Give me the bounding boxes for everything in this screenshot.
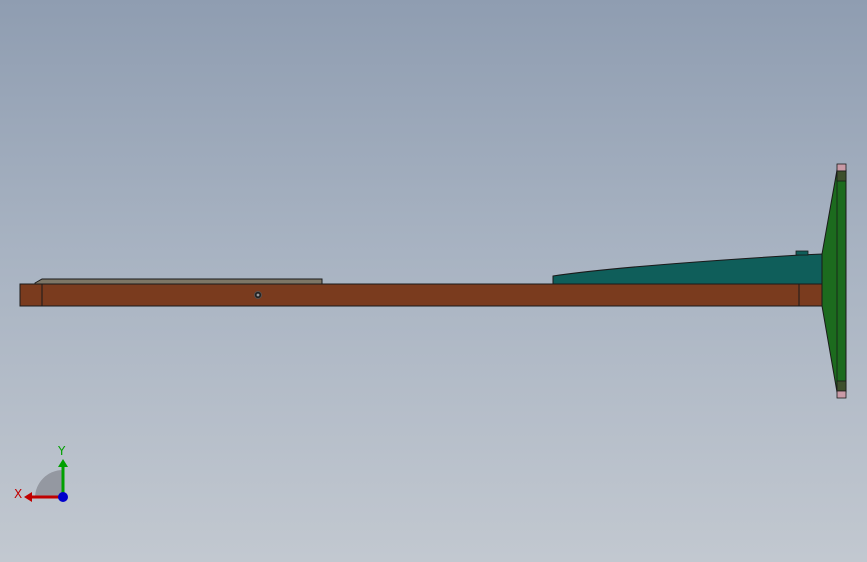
main-rail[interactable] xyxy=(19,283,823,307)
z-axis-dot xyxy=(58,492,68,502)
end-cap-bottom[interactable] xyxy=(836,390,847,399)
end-plate[interactable] xyxy=(821,169,847,393)
x-axis-label: X xyxy=(14,487,22,501)
orientation-triad[interactable]: X Y xyxy=(12,440,82,510)
wedge-tab[interactable] xyxy=(795,250,809,256)
end-cap-bottom-ring xyxy=(836,380,847,392)
3d-viewport[interactable]: X Y xyxy=(0,0,867,562)
x-axis-arrowhead xyxy=(24,492,32,502)
y-axis-arrowhead xyxy=(58,459,68,467)
cad-model[interactable] xyxy=(0,0,867,562)
y-axis-label: Y xyxy=(57,444,66,458)
rail-screw-hole-inner xyxy=(256,293,260,297)
end-cap-top[interactable] xyxy=(836,163,847,172)
top-plate[interactable] xyxy=(34,278,323,285)
wedge-block[interactable] xyxy=(552,253,823,285)
triad-plane-sector xyxy=(35,470,63,498)
end-cap-top-ring xyxy=(836,170,847,182)
